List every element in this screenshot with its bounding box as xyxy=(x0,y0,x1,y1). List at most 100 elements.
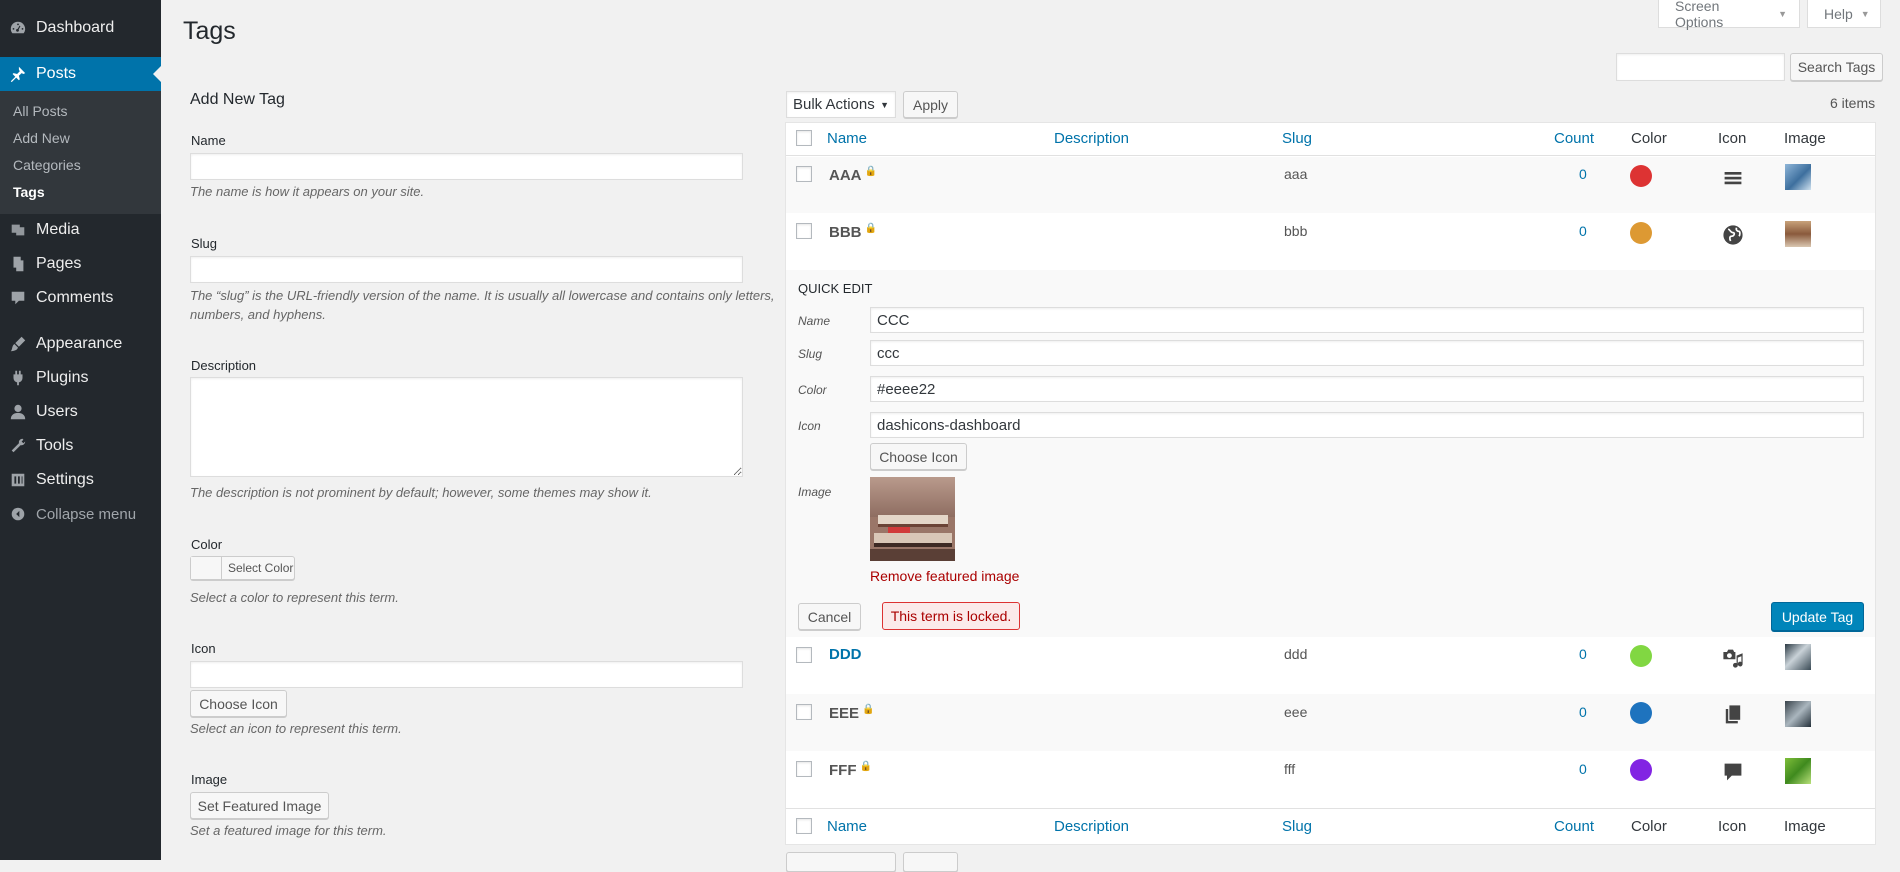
qe-name-field[interactable] xyxy=(870,307,1864,333)
sidebar-item-media[interactable]: Media xyxy=(0,213,161,247)
column-slug[interactable]: Slug xyxy=(1282,818,1312,835)
term-count[interactable]: 0 xyxy=(1579,223,1587,239)
sidebar-item-dashboard[interactable]: Dashboard xyxy=(0,11,161,45)
speech-icon xyxy=(1721,760,1745,784)
row-checkbox[interactable] xyxy=(796,704,812,720)
description-field[interactable] xyxy=(190,377,743,477)
sidebar-item-label: Posts xyxy=(36,65,77,82)
term-name: EEE 🔒 xyxy=(829,704,874,722)
remove-featured-image-link[interactable]: Remove featured image xyxy=(870,568,1019,584)
column-image: Image xyxy=(1784,818,1826,835)
apply-button[interactable]: Apply xyxy=(903,91,958,118)
sidebar-item-settings[interactable]: Settings xyxy=(0,463,161,497)
update-tag-button[interactable]: Update Tag xyxy=(1771,602,1864,631)
term-thumbnail xyxy=(1785,644,1811,670)
qe-color-field[interactable] xyxy=(870,376,1864,402)
term-thumbnail xyxy=(1785,701,1811,727)
bulk-actions-select-bottom[interactable] xyxy=(786,852,896,872)
color-swatch xyxy=(1630,759,1652,781)
column-name[interactable]: Name xyxy=(827,130,867,147)
table-footer-row xyxy=(786,808,1875,844)
copy-icon xyxy=(1721,703,1745,727)
column-count[interactable]: Count xyxy=(1554,130,1594,147)
submenu-add-new[interactable]: Add New xyxy=(13,130,70,146)
select-all-checkbox-footer[interactable] xyxy=(796,818,812,834)
name-field[interactable] xyxy=(190,153,743,180)
term-slug: bbb xyxy=(1284,223,1308,239)
slug-field[interactable] xyxy=(190,256,743,283)
pin-icon xyxy=(0,57,36,91)
select-color-button[interactable]: Select Color xyxy=(190,556,295,580)
row-checkbox[interactable] xyxy=(796,647,812,663)
qe-choose-icon-button[interactable]: Choose Icon xyxy=(870,443,967,470)
bulk-actions-select[interactable]: Bulk Actions ▼ xyxy=(786,91,896,118)
color-swatch xyxy=(191,557,222,579)
submenu-categories[interactable]: Categories xyxy=(13,157,81,173)
sidebar-item-users[interactable]: Users xyxy=(0,395,161,429)
comment-icon xyxy=(0,281,36,315)
submenu-tags[interactable]: Tags xyxy=(13,184,45,200)
sidebar-item-pages[interactable]: Pages xyxy=(0,247,161,281)
column-name[interactable]: Name xyxy=(827,818,867,835)
sidebar-item-tools[interactable]: Tools xyxy=(0,429,161,463)
color-help: Select a color to represent this term. xyxy=(190,590,399,605)
color-label: Color xyxy=(191,537,223,552)
row-checkbox[interactable] xyxy=(796,761,812,777)
column-color: Color xyxy=(1631,818,1667,835)
image-background xyxy=(870,477,955,517)
apply-button-bottom[interactable] xyxy=(903,852,958,872)
select-all-checkbox[interactable] xyxy=(796,130,812,146)
media-interactive-icon xyxy=(1721,646,1745,670)
lock-icon: 🔒 xyxy=(864,166,877,177)
screen-options-button[interactable]: Screen Options ▼ xyxy=(1658,0,1800,30)
icon-help: Select an icon to represent this term. xyxy=(190,721,402,736)
column-description[interactable]: Description xyxy=(1054,130,1129,147)
sidebar-item-posts[interactable]: Posts xyxy=(0,57,161,91)
image-help: Set a featured image for this term. xyxy=(190,823,387,838)
slug-help-line-2: numbers, and hyphens. xyxy=(190,307,326,322)
table-row xyxy=(786,637,1875,694)
term-name[interactable]: DDD xyxy=(829,646,862,663)
submenu-all-posts[interactable]: All Posts xyxy=(13,103,67,119)
qe-image-label: Image xyxy=(798,485,832,499)
column-count[interactable]: Count xyxy=(1554,818,1594,835)
sidebar-item-plugins[interactable]: Plugins xyxy=(0,361,161,395)
set-featured-image-button[interactable]: Set Featured Image xyxy=(190,792,329,819)
icon-field[interactable] xyxy=(190,661,743,688)
term-name: FFF 🔒 xyxy=(829,761,872,779)
sidebar-item-appearance[interactable]: Appearance xyxy=(0,327,161,361)
term-count[interactable]: 0 xyxy=(1579,166,1587,182)
description-help: The description is not prominent by defa… xyxy=(190,485,652,500)
row-checkbox[interactable] xyxy=(796,223,812,239)
sidebar-item-comments[interactable]: Comments xyxy=(0,281,161,315)
chevron-down-icon: ▼ xyxy=(1860,8,1870,19)
column-description[interactable]: Description xyxy=(1054,818,1129,835)
column-slug[interactable]: Slug xyxy=(1282,130,1312,147)
tools-icon xyxy=(0,429,36,463)
color-swatch xyxy=(1630,645,1652,667)
row-checkbox[interactable] xyxy=(796,166,812,182)
term-count[interactable]: 0 xyxy=(1579,646,1587,662)
qe-slug-field[interactable] xyxy=(870,340,1864,366)
term-name: AAA 🔒 xyxy=(829,166,877,184)
search-input[interactable] xyxy=(1616,53,1785,81)
slug-label: Slug xyxy=(191,236,218,251)
column-icon: Icon xyxy=(1718,130,1747,147)
term-thumbnail xyxy=(1785,221,1811,247)
collapse-icon xyxy=(0,497,36,531)
image-label: Image xyxy=(191,772,228,787)
collapse-menu-button[interactable]: Collapse menu xyxy=(0,497,161,531)
search-tags-button[interactable]: Search Tags xyxy=(1790,53,1883,81)
help-button[interactable]: Help ▼ xyxy=(1807,0,1881,28)
term-count[interactable]: 0 xyxy=(1579,761,1587,777)
sidebar-item-label: Plugins xyxy=(36,369,89,386)
slug-help-line-1: The “slug” is the URL-friendly version o… xyxy=(190,288,775,303)
choose-icon-button[interactable]: Choose Icon xyxy=(190,690,287,717)
term-count[interactable]: 0 xyxy=(1579,704,1587,720)
lock-icon: 🔒 xyxy=(864,223,877,234)
qe-icon-field[interactable] xyxy=(870,412,1864,438)
sidebar-item-label: Settings xyxy=(36,471,94,488)
name-help: The name is how it appears on your site. xyxy=(190,184,425,199)
cancel-button[interactable]: Cancel xyxy=(798,603,861,630)
pages-icon xyxy=(0,247,36,281)
